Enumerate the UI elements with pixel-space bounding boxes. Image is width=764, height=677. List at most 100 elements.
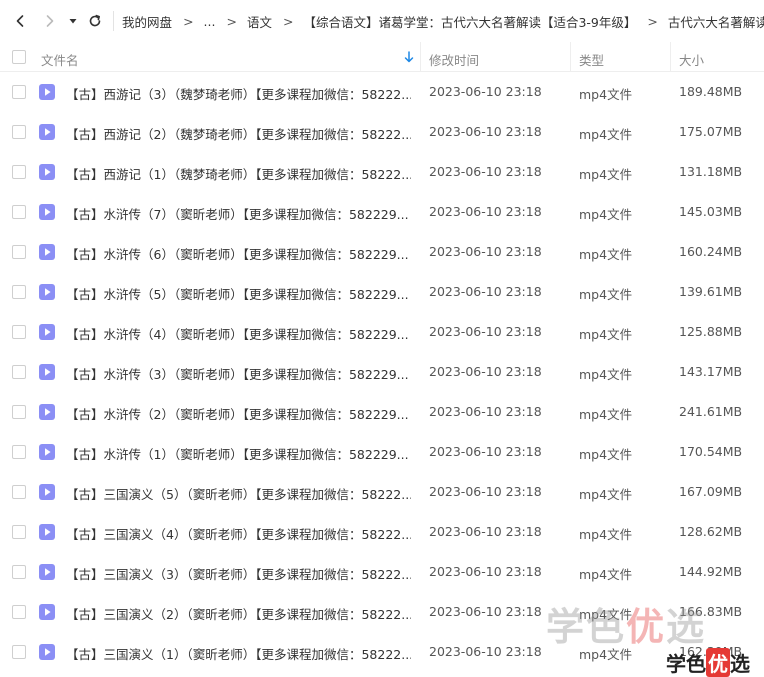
file-row[interactable]: 【古】西游记（3）（魏梦琦老师）【更多课程加微信：58222... 2023-06… (0, 72, 764, 112)
row-checkbox[interactable] (12, 565, 26, 579)
file-row[interactable]: 【古】西游记（2）（魏梦琦老师）【更多课程加微信：58222... 2023-06… (0, 112, 764, 152)
file-list-header: 文件名 修改时间 类型 大小 (0, 42, 764, 72)
column-divider[interactable] (420, 42, 421, 72)
file-type: mp4文件 (579, 87, 633, 102)
row-checkbox[interactable] (12, 85, 26, 99)
file-type: mp4文件 (579, 607, 633, 622)
file-name[interactable]: 【古】水浒传（3）（窦昕老师）【更多课程加微信：582229... (66, 364, 411, 383)
file-row[interactable]: 【古】水浒传（3）（窦昕老师）【更多课程加微信：582229... 2023-06… (0, 352, 764, 392)
file-row[interactable]: 【古】三国演义（4）（窦昕老师）【更多课程加微信：58222... 2023-06… (0, 512, 764, 552)
file-name[interactable]: 【古】三国演义（1）（窦昕老师）【更多课程加微信：58222... (66, 644, 411, 663)
file-name[interactable]: 【古】三国演义（3）（窦昕老师）【更多课程加微信：58222... (66, 564, 411, 583)
row-checkbox[interactable] (12, 325, 26, 339)
refresh-icon (89, 14, 101, 27)
file-row[interactable]: 【古】三国演义（1）（窦昕老师）【更多课程加微信：58222... 2023-06… (0, 632, 764, 672)
breadcrumb-item[interactable]: ... (204, 14, 216, 29)
video-file-icon (39, 124, 55, 140)
file-name[interactable]: 【古】三国演义（4）（窦昕老师）【更多课程加微信：58222... (66, 524, 411, 543)
breadcrumb-separator: > (226, 13, 237, 29)
row-checkbox[interactable] (12, 405, 26, 419)
row-checkbox[interactable] (12, 165, 26, 179)
file-name[interactable]: 【古】三国演义（5）（窦昕老师）【更多课程加微信：58222... (66, 484, 411, 503)
history-dropdown-button[interactable] (65, 8, 80, 34)
column-divider[interactable] (670, 42, 671, 72)
file-name[interactable]: 【古】水浒传（2）（窦昕老师）【更多课程加微信：582229... (66, 404, 411, 423)
select-all-checkbox[interactable] (12, 50, 26, 64)
video-file-icon (39, 564, 55, 580)
file-row[interactable]: 【古】三国演义（3）（窦昕老师）【更多课程加微信：58222... 2023-06… (0, 552, 764, 592)
video-file-icon (39, 404, 55, 420)
refresh-button[interactable] (82, 8, 107, 34)
file-size: 139.61MB (679, 284, 743, 299)
navigation-bar: 我的网盘 >... > 语文 > 【综合语文】诸葛学堂：古代六大名著解读【适合3-9年级】… (0, 0, 764, 42)
breadcrumb-separator: > (183, 13, 194, 29)
file-row[interactable]: 【古】三国演义（5）（窦昕老师）【更多课程加微信：58222... 2023-06… (0, 472, 764, 512)
file-name[interactable]: 【古】西游记（3）（魏梦琦老师）【更多课程加微信：58222... (66, 84, 411, 103)
file-row[interactable]: 【古】水浒传（6）（窦昕老师）【更多课程加微信：582229... 2023-06… (0, 232, 764, 272)
file-row[interactable]: 【古】水浒传（2）（窦昕老师）【更多课程加微信：582229... 2023-06… (0, 392, 764, 432)
breadcrumb-item[interactable]: 【综合语文】诸葛学堂：古代六大名著解读【适合3-9年级】 (303, 12, 636, 31)
file-mtime: 2023-06-10 23:18 (429, 564, 542, 579)
column-header-name[interactable]: 文件名 (41, 50, 79, 69)
file-name[interactable]: 【古】西游记（2）（魏梦琦老师）【更多课程加微信：58222... (66, 124, 411, 143)
file-row[interactable]: 【古】水浒传（4）（窦昕老师）【更多课程加微信：582229... 2023-06… (0, 312, 764, 352)
video-file-icon (39, 204, 55, 220)
row-checkbox[interactable] (12, 365, 26, 379)
file-type: mp4文件 (579, 487, 633, 502)
row-checkbox[interactable] (12, 125, 26, 139)
column-divider[interactable] (570, 42, 571, 72)
file-mtime: 2023-06-10 23:18 (429, 164, 542, 179)
video-file-icon (39, 444, 55, 460)
row-checkbox[interactable] (12, 245, 26, 259)
file-size: 145.03MB (679, 204, 743, 219)
file-mtime: 2023-06-10 23:18 (429, 204, 542, 219)
file-name[interactable]: 【古】三国演义（2）（窦昕老师）【更多课程加微信：58222... (66, 604, 411, 623)
row-checkbox[interactable] (12, 285, 26, 299)
arrow-down-icon[interactable] (404, 51, 414, 63)
file-row[interactable]: 【古】水浒传（5）（窦昕老师）【更多课程加微信：582229... 2023-06… (0, 272, 764, 312)
file-name[interactable]: 【古】水浒传（7）（窦昕老师）【更多课程加微信：582229... (66, 204, 411, 223)
file-mtime: 2023-06-10 23:18 (429, 364, 542, 379)
row-checkbox[interactable] (12, 645, 26, 659)
toolbar-divider (113, 11, 115, 31)
file-mtime: 2023-06-10 23:18 (429, 644, 542, 659)
file-name[interactable]: 【古】水浒传（6）（窦昕老师）【更多课程加微信：582229... (66, 244, 411, 263)
file-row[interactable]: 【古】西游记（1）（魏梦琦老师）【更多课程加微信：58222... 2023-06… (0, 152, 764, 192)
file-name[interactable]: 【古】水浒传（4）（窦昕老师）【更多课程加微信：582229... (66, 324, 411, 343)
file-row[interactable]: 【古】三国演义（2）（窦昕老师）【更多课程加微信：58222... 2023-06… (0, 592, 764, 632)
caret-down-icon (69, 19, 77, 24)
chevron-left-icon (17, 15, 24, 27)
column-header-size[interactable]: 大小 (679, 50, 704, 69)
file-mtime: 2023-06-10 23:18 (429, 84, 542, 99)
file-size: 128.62MB (679, 524, 743, 539)
file-mtime: 2023-06-10 23:18 (429, 444, 542, 459)
file-mtime: 2023-06-10 23:18 (429, 484, 542, 499)
row-checkbox[interactable] (12, 605, 26, 619)
row-checkbox[interactable] (12, 525, 26, 539)
row-checkbox[interactable] (12, 205, 26, 219)
forward-button[interactable] (38, 8, 63, 34)
file-row[interactable]: 【古】水浒传（1）（窦昕老师）【更多课程加微信：582229... 2023-06… (0, 432, 764, 472)
breadcrumb-item[interactable]: 我的网盘 (122, 12, 172, 31)
file-type: mp4文件 (579, 127, 633, 142)
file-name[interactable]: 【古】西游记（1）（魏梦琦老师）【更多课程加微信：58222... (66, 164, 411, 183)
video-file-icon (39, 604, 55, 620)
file-mtime: 2023-06-10 23:18 (429, 324, 542, 339)
video-file-icon (39, 644, 55, 660)
video-file-icon (39, 164, 55, 180)
file-type: mp4文件 (579, 567, 633, 582)
row-checkbox[interactable] (12, 445, 26, 459)
file-name[interactable]: 【古】水浒传（5）（窦昕老师）【更多课程加微信：582229... (66, 284, 411, 303)
file-name[interactable]: 【古】水浒传（1）（窦昕老师）【更多课程加微信：582229... (66, 444, 411, 463)
file-list: 【古】西游记（3）（魏梦琦老师）【更多课程加微信：58222... 2023-06… (0, 72, 764, 672)
column-header-mtime[interactable]: 修改时间 (429, 50, 479, 69)
file-size: 241.61MB (679, 404, 743, 419)
back-button[interactable] (8, 8, 33, 34)
breadcrumb-item[interactable]: 语文 (247, 12, 272, 31)
row-checkbox[interactable] (12, 485, 26, 499)
breadcrumb-item[interactable]: 古代六大名著解读 (668, 12, 764, 31)
video-file-icon (39, 84, 55, 100)
column-header-type[interactable]: 类型 (579, 50, 604, 69)
file-mtime: 2023-06-10 23:18 (429, 524, 542, 539)
file-row[interactable]: 【古】水浒传（7）（窦昕老师）【更多课程加微信：582229... 2023-06… (0, 192, 764, 232)
